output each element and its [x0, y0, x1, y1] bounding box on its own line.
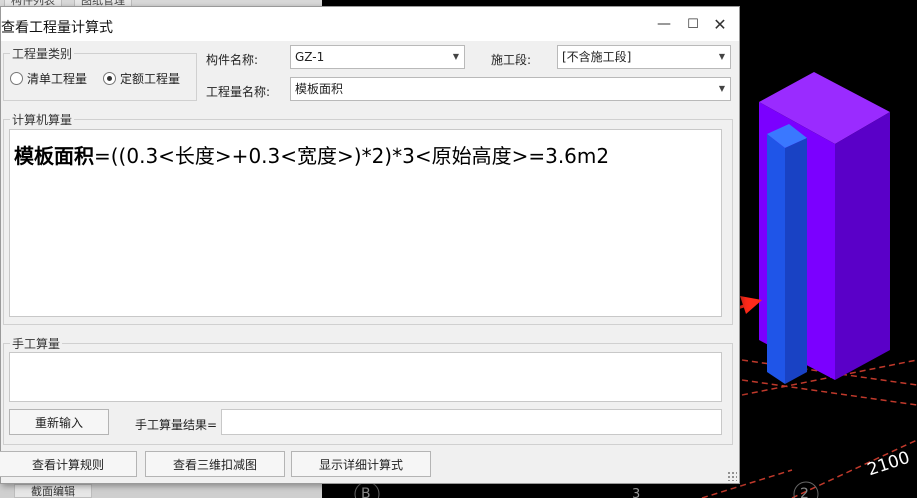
quantity-formula-dialog: 查看工程量计算式 — ☐ ✕ 工程量类别 清单工程量 定额工程量 构件名称: G…	[0, 6, 740, 484]
maximize-icon[interactable]: ☐	[684, 15, 702, 33]
construction-stage-label: 施工段:	[491, 53, 532, 67]
dialog-title: 查看工程量计算式	[1, 20, 113, 36]
manual-calc-legend: 手工算量	[10, 335, 63, 352]
view-rules-button[interactable]: 查看计算规则	[0, 451, 137, 477]
radio-norm-quantity-label: 定额工程量	[120, 72, 181, 86]
radio-bill-quantity-label: 清单工程量	[27, 72, 88, 86]
view-3d-deduction-button[interactable]: 查看三维扣减图	[145, 451, 285, 477]
radio-circle[interactable]	[10, 72, 23, 85]
chevron-down-icon: ▼	[452, 52, 459, 61]
axis-label-3: 3	[632, 487, 640, 498]
radio-norm-quantity[interactable]: 定额工程量	[103, 70, 180, 87]
formula-name: 模板面积	[14, 144, 94, 168]
construction-stage-value: [不含施工段]	[562, 50, 632, 64]
tab-section-edit[interactable]: 截面编辑	[14, 484, 92, 498]
radio-circle-selected[interactable]	[103, 72, 116, 85]
column-side-face	[835, 112, 890, 380]
axis-label-b: B	[361, 486, 371, 498]
show-detail-formula-button[interactable]: 显示详细计算式	[291, 451, 431, 477]
quantity-name-select[interactable]: 模板面积 ▼	[290, 77, 731, 101]
resize-grip-icon[interactable]	[727, 471, 737, 481]
component-name-label: 构件名称:	[206, 53, 259, 67]
quantity-name-value: 模板面积	[295, 82, 344, 96]
quantity-type-legend: 工程量类别	[10, 45, 75, 62]
construction-stage-select[interactable]: [不含施工段] ▼	[557, 45, 731, 69]
formula-text: 模板面积=((0.3<长度>+0.3<宽度>)*2)*3<原始高度>=3.6m2	[14, 140, 609, 169]
formula-expression: =((0.3<长度>+0.3<宽度>)*2)*3<原始高度>=3.6m2	[94, 144, 610, 168]
manual-result-field[interactable]	[221, 409, 722, 435]
component-name-select[interactable]: GZ-1 ▼	[290, 45, 465, 69]
radio-bill-quantity[interactable]: 清单工程量	[10, 70, 87, 87]
chevron-down-icon: ▼	[718, 52, 725, 61]
axis-label-2: 2	[800, 486, 809, 498]
computer-calc-legend: 计算机算量	[10, 111, 75, 128]
quantity-name-label: 工程量名称:	[206, 85, 271, 99]
component-name-value: GZ-1	[295, 50, 325, 64]
close-icon[interactable]: ✕	[711, 15, 729, 34]
minimize-icon[interactable]: —	[655, 15, 673, 33]
reenter-button[interactable]: 重新输入	[9, 409, 109, 435]
formwork-side-face	[785, 138, 807, 384]
chevron-down-icon: ▼	[718, 84, 725, 93]
manual-calc-input[interactable]	[9, 352, 722, 402]
annotation-arrow-head	[740, 296, 762, 314]
formwork-front-face	[767, 134, 785, 384]
manual-result-label: 手工算量结果=	[135, 418, 218, 432]
dialog-titlebar[interactable]: 查看工程量计算式 — ☐ ✕	[1, 7, 739, 41]
computer-calc-formula-box[interactable]: 模板面积=((0.3<长度>+0.3<宽度>)*2)*3<原始高度>=3.6m2	[9, 129, 722, 317]
